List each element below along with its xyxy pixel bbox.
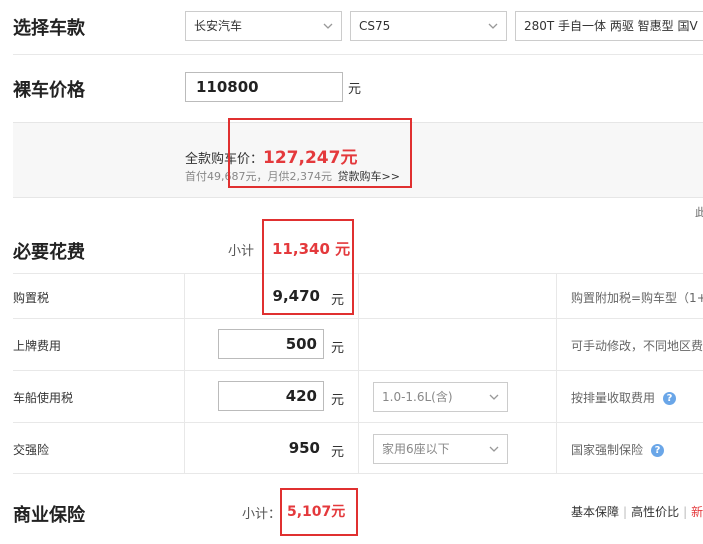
commercial-insurance-title: 商业保险 [13, 505, 85, 526]
seat-count-select[interactable]: 家用6座以下 [373, 434, 508, 464]
highlight-box [228, 118, 412, 188]
divider [13, 473, 703, 474]
tab-separator: | [623, 505, 628, 519]
trim-select[interactable]: 280T 手自一体 两驱 智惠型 国V [515, 11, 703, 41]
purchase-tax-note: 购置附加税=购车型（1+ [571, 291, 703, 305]
vehicle-tax-note: 按排量收取费用? [571, 389, 677, 406]
bare-price-title: 裸车价格 [13, 80, 85, 101]
select-model-title: 选择车款 [13, 18, 85, 39]
tab-basic[interactable]: 基本保障 [571, 505, 619, 519]
tab-separator: | [683, 505, 688, 519]
necessary-subtotal-label: 小计 [228, 244, 255, 259]
highlight-box [280, 488, 358, 536]
insurance-plan-tabs: 基本保障|高性价比|新手 [571, 503, 703, 520]
tab-value[interactable]: 高性价比 [631, 505, 679, 519]
edge-text: 此 [695, 206, 703, 219]
plate-fee-unit: 元 [331, 341, 345, 356]
column-divider [358, 273, 359, 473]
tab-beginner[interactable]: 新手 [691, 505, 703, 519]
trim-select-value: 280T 手自一体 两驱 智惠型 国V [524, 19, 698, 33]
brand-select-value: 长安汽车 [194, 19, 243, 33]
necessary-fees-title: 必要花费 [13, 242, 85, 263]
compulsory-insurance-note-text: 国家强制保险 [571, 443, 644, 457]
brand-select[interactable]: 长安汽车 [185, 11, 342, 41]
help-icon[interactable]: ? [651, 444, 665, 457]
column-divider [184, 273, 185, 473]
divider [13, 54, 703, 55]
chevron-down-icon [489, 392, 499, 402]
vehicle-tax-label: 车船使用税 [13, 391, 74, 405]
bare-price-unit: 元 [348, 82, 362, 97]
highlight-box [262, 219, 354, 315]
compulsory-insurance-note: 国家强制保险? [571, 441, 665, 458]
bare-price-input[interactable]: 110800 [185, 72, 343, 102]
commercial-subtotal-label: 小计： [242, 507, 282, 522]
vehicle-tax-unit: 元 [331, 393, 345, 408]
chevron-down-icon [323, 21, 333, 31]
plate-fee-label: 上牌费用 [13, 339, 62, 353]
compulsory-insurance-label: 交强险 [13, 443, 50, 457]
chevron-down-icon [488, 21, 498, 31]
compulsory-insurance-unit: 元 [331, 445, 345, 460]
engine-size-select-value: 1.0-1.6L(含) [382, 390, 453, 404]
purchase-tax-label: 购置税 [13, 291, 50, 305]
vehicle-tax-note-text: 按排量收取费用 [571, 391, 656, 405]
help-icon[interactable]: ? [663, 392, 677, 405]
plate-fee-note: 可手动修改，不同地区费 [571, 339, 703, 353]
series-select[interactable]: CS75 [350, 11, 507, 41]
series-select-value: CS75 [359, 19, 391, 33]
chevron-down-icon [489, 444, 499, 454]
compulsory-insurance-amount: 950 [288, 439, 320, 457]
plate-fee-input[interactable]: 500 [218, 329, 324, 359]
engine-size-select[interactable]: 1.0-1.6L(含) [373, 382, 508, 412]
seat-count-select-value: 家用6座以下 [382, 442, 450, 456]
vehicle-tax-input[interactable]: 420 [218, 381, 324, 411]
column-divider [556, 273, 557, 473]
